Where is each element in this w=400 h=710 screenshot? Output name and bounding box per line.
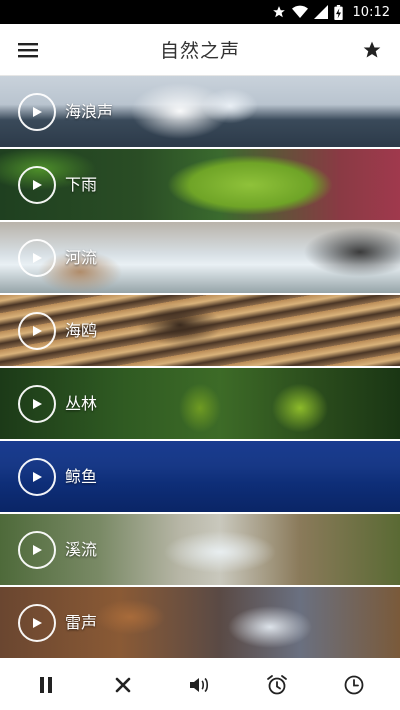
favorite-star-icon[interactable] (360, 38, 384, 62)
play-icon[interactable] (18, 93, 56, 131)
tile-background (0, 514, 400, 585)
sound-list: 海浪声 下雨 河流 海鸥 丛林 鲸鱼 溪流 雷声 (0, 76, 400, 660)
sound-label: 下雨 (65, 175, 98, 194)
menu-icon[interactable] (16, 38, 40, 62)
timer-clock-icon[interactable] (334, 665, 374, 705)
play-icon[interactable] (18, 531, 56, 569)
sound-tile-seagull[interactable]: 海鸥 (0, 295, 400, 366)
sound-label: 溪流 (65, 540, 98, 559)
play-icon[interactable] (18, 166, 56, 204)
tile-background (0, 149, 400, 220)
tile-background (0, 76, 400, 147)
sound-label: 海鸥 (65, 321, 98, 340)
sound-label: 雷声 (65, 613, 98, 632)
play-icon[interactable] (18, 385, 56, 423)
play-icon[interactable] (18, 239, 56, 277)
sound-tile-thunder[interactable]: 雷声 (0, 587, 400, 658)
sound-tile-river[interactable]: 河流 (0, 222, 400, 293)
signal-icon (313, 5, 328, 19)
play-icon[interactable] (18, 604, 56, 642)
sound-tile-whale[interactable]: 鲸鱼 (0, 441, 400, 512)
sound-tile-rain[interactable]: 下雨 (0, 149, 400, 220)
sound-label: 河流 (65, 248, 98, 267)
clock-text: 10:12 (352, 4, 390, 20)
play-icon[interactable] (18, 458, 56, 496)
close-icon[interactable] (103, 665, 143, 705)
wifi-icon (291, 5, 308, 19)
tile-background (0, 295, 400, 366)
sound-tile-waves[interactable]: 海浪声 (0, 76, 400, 147)
play-icon[interactable] (18, 312, 56, 350)
sound-label: 鲸鱼 (65, 467, 98, 486)
tile-background (0, 587, 400, 658)
battery-charging-icon (333, 4, 343, 20)
status-bar: 10:12 (0, 0, 400, 24)
alarm-clock-icon[interactable] (257, 665, 297, 705)
pause-icon[interactable] (26, 665, 66, 705)
bottom-toolbar (0, 660, 400, 710)
app-bar: 自然之声 (0, 24, 400, 76)
sound-tile-creek[interactable]: 溪流 (0, 514, 400, 585)
star-icon (272, 5, 286, 19)
tile-background (0, 222, 400, 293)
tile-background (0, 368, 400, 439)
sound-label: 丛林 (65, 394, 98, 413)
sound-tile-jungle[interactable]: 丛林 (0, 368, 400, 439)
volume-icon[interactable] (180, 665, 220, 705)
sound-label: 海浪声 (65, 102, 114, 121)
page-title: 自然之声 (159, 40, 240, 62)
tile-background (0, 441, 400, 512)
